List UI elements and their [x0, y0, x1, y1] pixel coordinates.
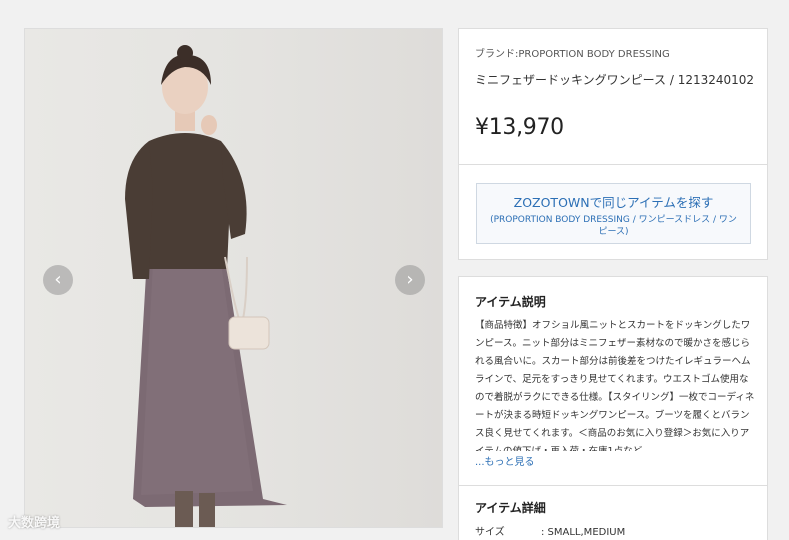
description-text: 【商品特徴】オフショル風ニットとスカートをドッキングしたワンピース。ニット部分は…	[475, 320, 755, 451]
zozo-button-label: ZOZOTOWNで同じアイテムを探す	[513, 195, 714, 210]
prev-image-button[interactable]: ‹	[43, 265, 73, 295]
show-more-link[interactable]: ...もっと見る	[475, 453, 535, 468]
description-title: アイテム説明	[475, 295, 546, 309]
product-image-gallery: ‹ ›	[24, 28, 443, 528]
item-description-card: アイテム説明 【商品特徴】オフショル風ニットとスカートをドッキングしたワンピース…	[458, 276, 768, 540]
zozo-button-category: (PROPORTION BODY DRESSING / ワンピースドレス / ワ…	[490, 215, 737, 237]
details-title: アイテム詳細	[475, 501, 546, 515]
watermark: 大数跨境	[8, 516, 61, 531]
search-zozotown-button[interactable]: ZOZOTOWNで同じアイテムを探す (PROPORTION BODY DRES…	[476, 183, 751, 244]
chevron-right-icon: ›	[406, 269, 414, 290]
next-image-button[interactable]: ›	[395, 265, 425, 295]
model-illustration	[125, 45, 287, 527]
chevron-left-icon: ‹	[54, 269, 62, 290]
size-row: サイズ : SMALL,MEDIUM	[475, 523, 755, 538]
product-info-card: ブランド:PROPORTION BODY DRESSING ミニフェザードッキン…	[458, 28, 768, 260]
product-name: ミニフェザードッキングワンピース / 1213240102	[475, 73, 755, 87]
brand-label[interactable]: ブランド:PROPORTION BODY DRESSING	[475, 45, 670, 60]
product-price: ¥13,970	[475, 115, 564, 140]
divider	[459, 485, 767, 486]
size-value: : SMALL,MEDIUM	[541, 527, 626, 538]
divider	[459, 164, 767, 165]
product-photo	[25, 29, 442, 527]
size-label: サイズ	[475, 527, 505, 538]
